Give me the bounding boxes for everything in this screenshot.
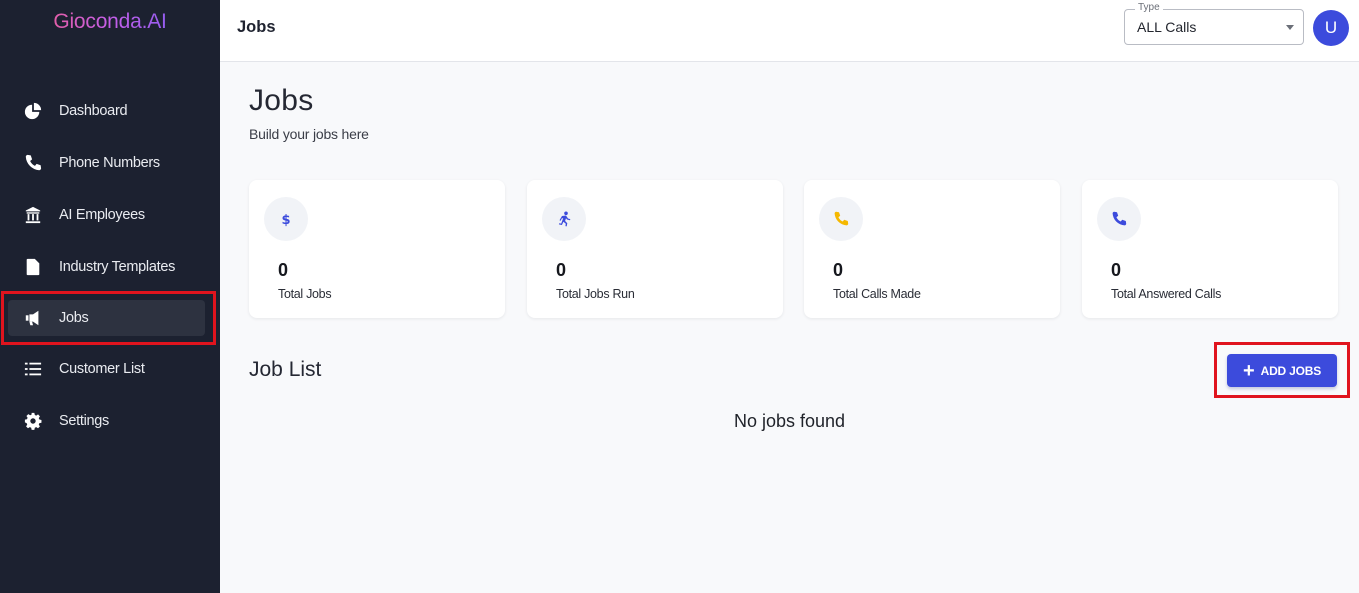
megaphone-icon (23, 308, 43, 328)
type-select[interactable]: Type ALL Calls (1124, 2, 1304, 45)
plus-icon: + (1242, 359, 1255, 382)
phone-icon (23, 153, 43, 173)
sidebar-item-customer-list[interactable]: Customer List (8, 351, 205, 387)
sidebar-item-label: Phone Numbers (59, 155, 160, 171)
pie-chart-icon (23, 101, 43, 121)
empty-state-message: No jobs found (733, 411, 846, 431)
sidebar-item-label: Dashboard (59, 103, 128, 119)
svg-text:$: $ (281, 213, 290, 227)
sidebar-item-label: Jobs (59, 310, 89, 326)
file-icon (23, 257, 43, 277)
add-jobs-button[interactable]: + ADD JOBS (1227, 354, 1337, 387)
sidebar-item-industry-templates[interactable]: Industry Templates (8, 249, 205, 285)
phone-icon (819, 197, 863, 241)
running-person-icon (542, 197, 586, 241)
page-subtitle: Build your jobs here (249, 126, 369, 142)
stat-label: Total Answered Calls (1111, 287, 1222, 301)
dollar-icon: $ (264, 197, 308, 241)
sidebar-item-jobs[interactable]: Jobs (8, 300, 205, 336)
sidebar: Gioconda.AI Dashboard Phone Numbers AI E… (0, 0, 220, 593)
chevron-down-icon (1286, 25, 1294, 30)
sidebar-item-dashboard[interactable]: Dashboard (8, 93, 205, 129)
stat-value: 0 (278, 260, 289, 280)
add-jobs-label: ADD JOBS (1260, 363, 1322, 378)
stat-label: Total Calls Made (833, 287, 921, 301)
sidebar-item-phone-numbers[interactable]: Phone Numbers (8, 145, 205, 181)
stat-card-total-jobs: $ 0 Total Jobs (249, 180, 505, 318)
sidebar-item-label: Customer List (59, 361, 145, 377)
gear-icon (23, 411, 43, 431)
sidebar-item-settings[interactable]: Settings (8, 403, 205, 439)
stat-card-total-calls-made: 0 Total Calls Made (804, 180, 1060, 318)
list-icon (23, 359, 43, 379)
type-select-legend: Type (1135, 2, 1163, 13)
sidebar-item-label: Settings (59, 413, 109, 429)
stat-value: 0 (833, 260, 844, 280)
sidebar-item-label: Industry Templates (59, 259, 176, 275)
stat-label: Total Jobs Run (556, 287, 635, 301)
header-title: Jobs (237, 18, 276, 36)
stat-value: 0 (556, 260, 567, 280)
type-select-value: ALL Calls (1137, 19, 1197, 35)
top-header: Jobs Type ALL Calls U (220, 0, 1359, 62)
building-icon (23, 205, 43, 225)
stat-card-total-jobs-run: 0 Total Jobs Run (527, 180, 783, 318)
sidebar-item-label: AI Employees (59, 207, 145, 223)
page-title: Jobs (249, 84, 314, 117)
stat-label: Total Jobs (278, 287, 332, 301)
app-logo[interactable]: Gioconda.AI (0, 10, 220, 34)
stat-value: 0 (1111, 260, 1122, 280)
stat-card-total-answered-calls: 0 Total Answered Calls (1082, 180, 1338, 318)
phone-icon (1097, 197, 1141, 241)
job-list-title: Job List (249, 358, 322, 381)
avatar[interactable]: U (1313, 10, 1349, 46)
sidebar-item-ai-employees[interactable]: AI Employees (8, 197, 205, 233)
